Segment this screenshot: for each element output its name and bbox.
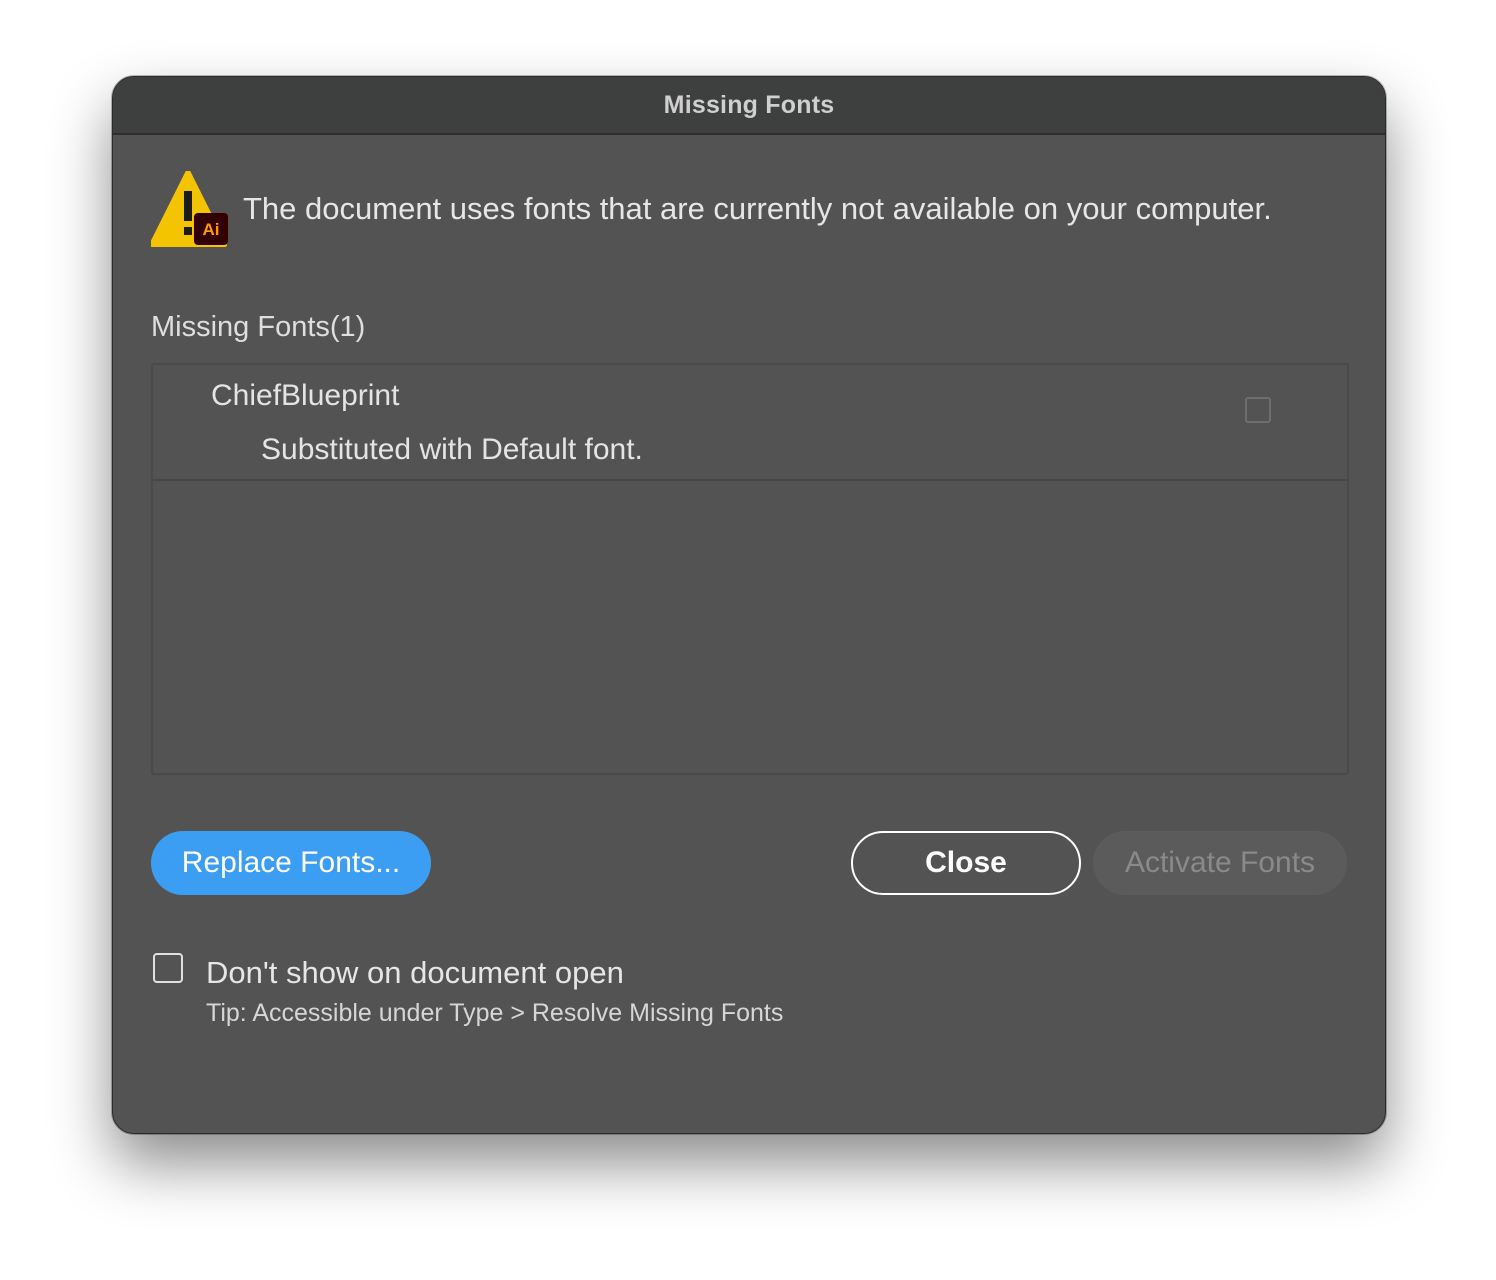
tip-text: Tip: Accessible under Type > Resolve Mis… xyxy=(206,999,784,1027)
dialog-title: Missing Fonts xyxy=(663,90,835,119)
dont-show-checkbox[interactable] xyxy=(153,953,183,983)
font-substitution-status: Substituted with Default font. xyxy=(261,433,643,466)
font-row-checkbox[interactable] xyxy=(1245,397,1271,423)
list-item[interactable]: ChiefBlueprint Substituted with Default … xyxy=(153,365,1347,481)
missing-fonts-list[interactable]: ChiefBlueprint Substituted with Default … xyxy=(151,363,1349,775)
title-bar[interactable]: Missing Fonts xyxy=(113,77,1385,135)
warning-icon: Ai xyxy=(151,171,228,247)
font-name: ChiefBlueprint xyxy=(211,379,400,412)
ai-badge-icon: Ai xyxy=(194,213,228,245)
missing-fonts-dialog: Missing Fonts Ai The document uses fonts… xyxy=(112,76,1386,1134)
ai-badge-text: Ai xyxy=(203,220,220,239)
dialog-message: The document uses fonts that are current… xyxy=(243,191,1272,226)
missing-fonts-count-label: Missing Fonts(1) xyxy=(151,311,366,343)
dont-show-label[interactable]: Don't show on document open xyxy=(206,955,624,991)
replace-fonts-button[interactable]: Replace Fonts... xyxy=(151,831,431,895)
activate-fonts-button: Activate Fonts xyxy=(1093,831,1347,895)
close-button[interactable]: Close xyxy=(851,831,1081,895)
